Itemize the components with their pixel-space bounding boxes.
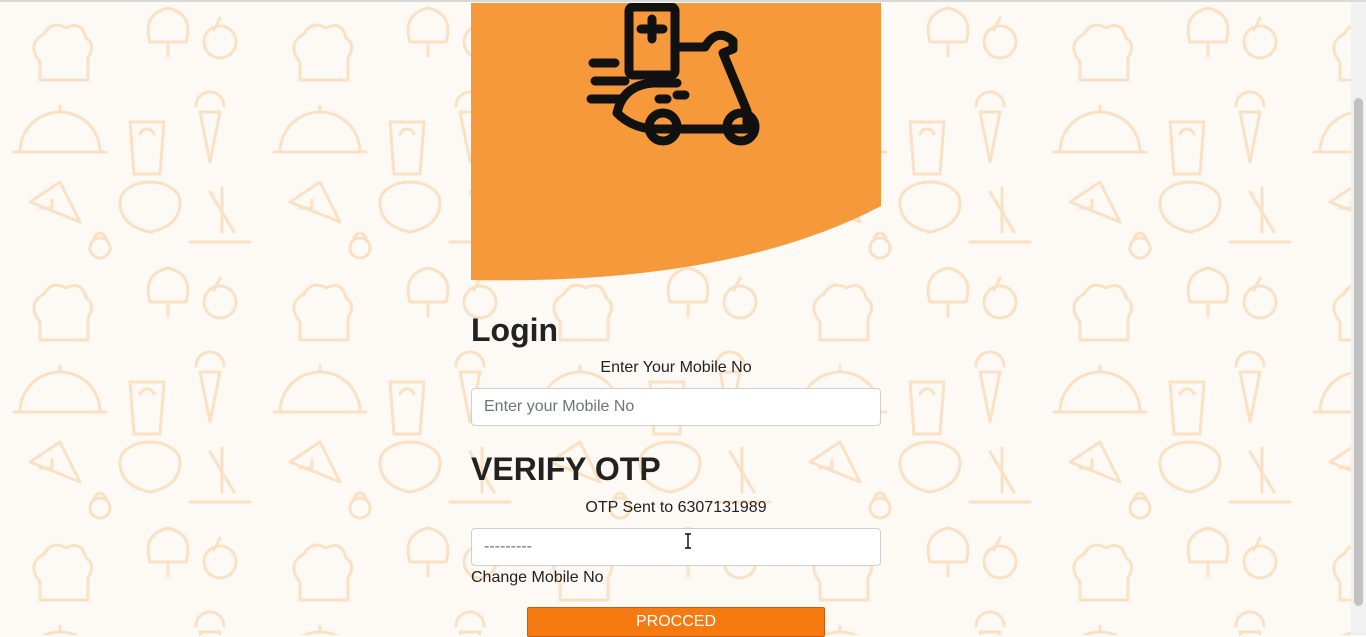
scrollbar-thumb[interactable] <box>1354 98 1363 606</box>
proceed-button[interactable]: PROCCED <box>527 607 825 637</box>
verify-otp-title: VERIFY OTP <box>471 451 661 487</box>
otp-input[interactable] <box>471 528 881 566</box>
page-scrollbar[interactable] <box>1351 2 1366 635</box>
otp-sent-text: OTP Sent to 6307131989 <box>585 499 767 516</box>
login-title: Login <box>471 312 559 348</box>
hero-banner <box>471 3 881 283</box>
text-cursor-icon <box>685 533 691 549</box>
mobile-number-input[interactable] <box>471 388 881 426</box>
login-card: Login Enter Your Mobile No VERIFY OTP OT… <box>471 3 881 637</box>
change-mobile-link[interactable]: Change Mobile No <box>471 569 604 587</box>
mobile-label: Enter Your Mobile No <box>600 359 752 376</box>
